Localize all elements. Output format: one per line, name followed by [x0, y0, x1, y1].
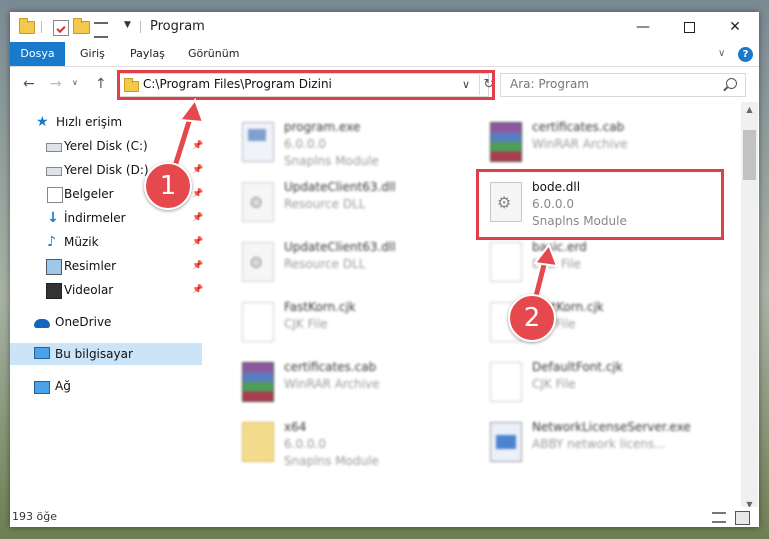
arrow-1-head: [178, 97, 205, 124]
arrow-2-head: [533, 242, 559, 268]
explorer-window: ▼ Program — ✕ Dosya Giriş Paylaş Görünüm…: [10, 12, 759, 527]
callout-1: 1: [144, 162, 192, 210]
callout-arrows: [165, 97, 559, 317]
callout-2: 2: [508, 294, 556, 342]
